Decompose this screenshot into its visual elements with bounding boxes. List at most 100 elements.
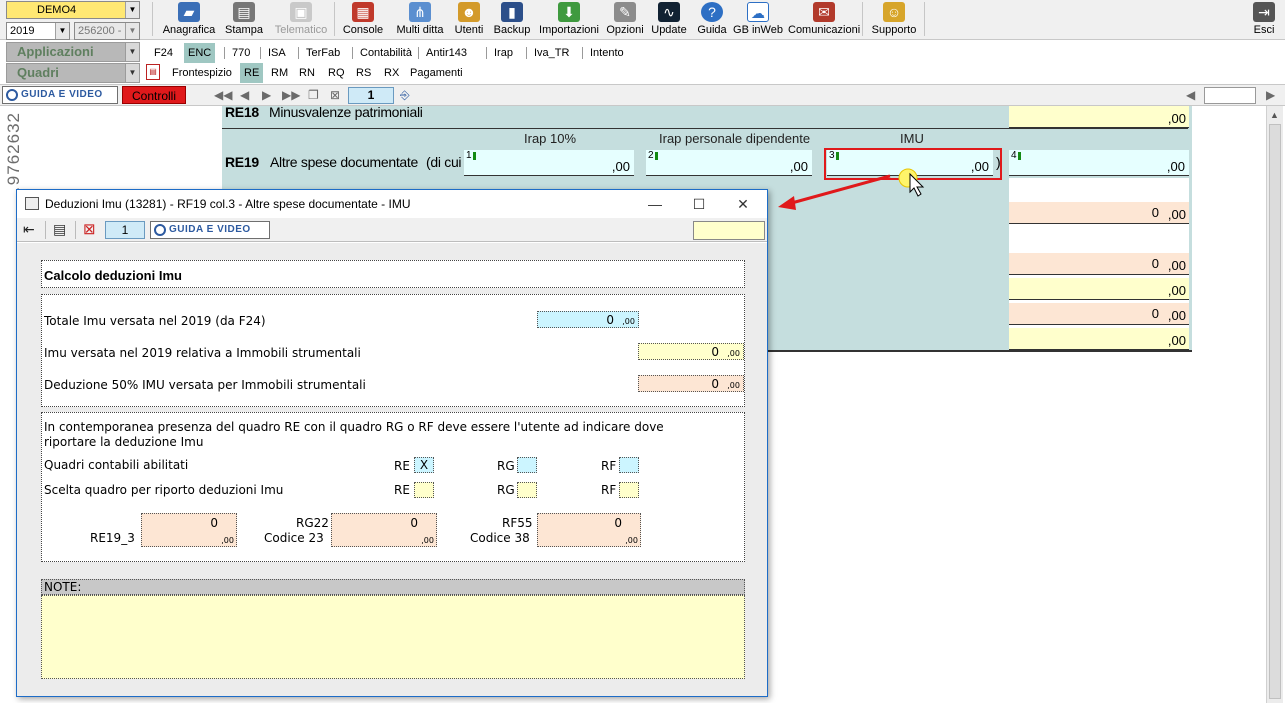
backup-button[interactable]: ▮ Backup	[492, 0, 532, 38]
rg22-field[interactable]: 0 ,00	[331, 513, 437, 547]
next-page-icon[interactable]: ▶	[262, 88, 271, 102]
importazioni-button[interactable]: ⬇ Importazioni	[536, 0, 602, 38]
page-number-field[interactable]: 1	[348, 87, 394, 104]
comunicazioni-button[interactable]: ✉ Comunicazioni	[788, 0, 860, 38]
quadri-select[interactable]: Quadri ▼	[6, 63, 140, 83]
tab-770[interactable]: 770	[228, 43, 254, 63]
guida-video-button[interactable]: GUIDA E VIDEO	[2, 86, 118, 104]
last-page-icon[interactable]: ▶▶	[282, 88, 300, 102]
wrench-icon: ✎	[614, 2, 636, 22]
tab-intento[interactable]: Intento	[586, 43, 628, 63]
strumentali-field[interactable]: 0 ,00	[638, 343, 744, 360]
re-abilitato-checkbox[interactable]: X	[414, 457, 434, 473]
decimal-suffix: ,00	[221, 536, 234, 545]
copy-page-icon[interactable]: ❐	[308, 88, 319, 102]
status-field[interactable]	[693, 221, 765, 240]
go-to-page-icon[interactable]: ⎆	[400, 88, 410, 103]
year-select[interactable]: 2019 ▼	[6, 22, 70, 40]
scroll-up-icon[interactable]: ▲	[1270, 110, 1279, 120]
tab-enc[interactable]: ENC	[184, 43, 216, 63]
stampa-button[interactable]: ▤ Stampa	[222, 0, 266, 38]
tab-re[interactable]: RE	[240, 63, 264, 83]
guida-video-label: GUIDA E VIDEO	[169, 224, 251, 235]
controlli-button[interactable]: Controlli	[122, 86, 186, 104]
quadri-tabs: Frontespizio RE RM RN RQ RS RX Pagamenti	[166, 63, 486, 83]
tab-f24[interactable]: F24	[150, 43, 177, 63]
rg-scelta-checkbox[interactable]	[517, 482, 537, 498]
page-number-field[interactable]: 1	[105, 221, 145, 239]
tab-frontespizio[interactable]: Frontespizio	[168, 63, 236, 83]
console-button[interactable]: ▦ Console	[338, 0, 388, 38]
tab-contabilita[interactable]: Contabilità	[356, 43, 416, 63]
delete-page-icon[interactable]: ⊠	[330, 88, 340, 102]
tab-isa[interactable]: ISA	[264, 43, 290, 63]
divider	[486, 47, 487, 59]
close-button[interactable]: ✕	[721, 190, 765, 218]
company-value: DEMO4	[37, 4, 77, 16]
rf-scelta-checkbox[interactable]	[619, 482, 639, 498]
right-row-2[interactable]: 0 ,00	[1009, 253, 1189, 275]
right-row-1[interactable]: 0 ,00	[1009, 202, 1189, 224]
minimize-button[interactable]: —	[633, 190, 677, 218]
tab-rn[interactable]: RN	[295, 63, 319, 83]
supporto-button[interactable]: ☺ Supporto	[866, 0, 922, 38]
divider	[222, 128, 1188, 129]
esci-button[interactable]: ⇥ Esci	[1248, 0, 1280, 38]
tab-rm[interactable]: RM	[267, 63, 292, 83]
deduzione-field[interactable]: 0 ,00	[638, 375, 744, 392]
pointer-arrow	[778, 168, 925, 210]
anagrafica-button[interactable]: ▰ Anagrafica	[160, 0, 218, 38]
multiditta-button[interactable]: ⋔ Multi ditta	[392, 0, 448, 38]
pdf-icon[interactable]: ▤	[146, 64, 160, 80]
delete-icon[interactable]: ⊠	[83, 220, 96, 238]
tab-iva-tr[interactable]: Iva_TR	[530, 43, 573, 63]
scroll-right-icon[interactable]: ▶	[1266, 88, 1275, 102]
tab-pagamenti[interactable]: Pagamenti	[406, 63, 467, 83]
re-scelta-checkbox[interactable]	[414, 482, 434, 498]
tab-antir143[interactable]: Antir143	[422, 43, 471, 63]
rg-label: RG	[497, 459, 515, 473]
decimal-suffix: ,00	[1167, 283, 1186, 298]
totale-field[interactable]: 0 ,00	[537, 311, 639, 328]
re18-value-field[interactable]: ,00	[1009, 106, 1189, 128]
horizontal-field[interactable]	[1204, 87, 1256, 104]
tab-terfab[interactable]: TerFab	[302, 43, 344, 63]
rf55-field[interactable]: 0 ,00	[537, 513, 641, 547]
prev-page-icon[interactable]: ◀	[240, 88, 249, 102]
applicazioni-select[interactable]: Applicazioni ▼	[6, 42, 140, 62]
note-header: NOTE:	[41, 579, 745, 595]
rg-abilitato-checkbox[interactable]	[517, 457, 537, 473]
first-page-icon[interactable]: ◀◀	[214, 88, 232, 102]
note-textarea[interactable]	[41, 595, 745, 679]
gbinweb-button[interactable]: ☁ GB inWeb	[732, 0, 784, 38]
right-row-3[interactable]: ,00	[1009, 278, 1189, 300]
update-button[interactable]: ∿ Update	[648, 0, 690, 38]
tab-rq[interactable]: RQ	[324, 63, 349, 83]
guida-button[interactable]: ? Guida	[694, 0, 730, 38]
vertical-scrollbar[interactable]: ▲	[1266, 106, 1283, 703]
rf-abilitato-checkbox[interactable]	[619, 457, 639, 473]
code-select[interactable]: 256200 - ▼	[74, 22, 140, 40]
re19-col4-field[interactable]: 4 ,00	[1009, 150, 1189, 176]
tab-irap[interactable]: Irap	[490, 43, 517, 63]
exit-icon[interactable]: ⇤	[23, 221, 35, 238]
utenti-button[interactable]: ☻ Utenti	[450, 0, 488, 38]
re19-3-field[interactable]: 0 ,00	[141, 513, 237, 547]
backup-icon: ▮	[501, 2, 523, 22]
telematico-icon: ▣	[290, 2, 312, 22]
scroll-thumb[interactable]	[1269, 124, 1281, 699]
scroll-left-icon[interactable]: ◀	[1186, 88, 1195, 102]
opzioni-button[interactable]: ✎ Opzioni	[604, 0, 646, 38]
decimal-suffix: ,00	[622, 317, 635, 326]
company-select[interactable]: DEMO4 ▼	[6, 1, 140, 19]
re19-col1-field[interactable]: 1 ,00	[464, 150, 634, 176]
maximize-button[interactable]: ☐	[677, 190, 721, 218]
tab-rs[interactable]: RS	[352, 63, 375, 83]
dialog-title-bar[interactable]: Deduzioni Imu (13281) - RF19 col.3 - Alt…	[17, 190, 767, 218]
guida-video-button[interactable]: GUIDA E VIDEO	[150, 221, 270, 239]
telematico-button[interactable]: ▣ Telematico	[270, 0, 332, 38]
right-row-5[interactable]: ,00	[1009, 328, 1189, 350]
printer-icon[interactable]: ▤	[53, 221, 66, 238]
right-row-4[interactable]: 0 ,00	[1009, 303, 1189, 325]
tab-rx[interactable]: RX	[380, 63, 403, 83]
